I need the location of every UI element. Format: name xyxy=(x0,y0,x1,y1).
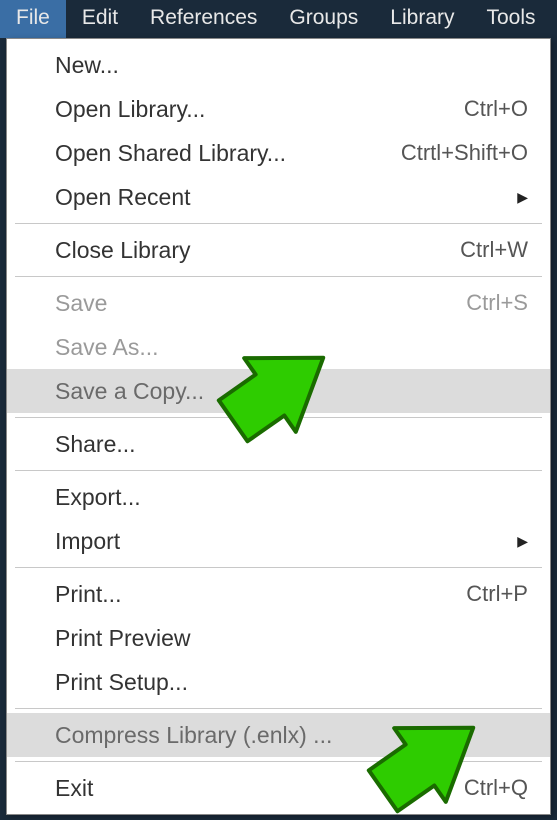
menu-item-label: Close Library xyxy=(55,237,460,264)
menu-item-import[interactable]: Import ▶ xyxy=(7,519,550,563)
menu-separator xyxy=(15,708,542,709)
menu-item-shortcut: Ctrl+S xyxy=(466,290,528,316)
menu-separator xyxy=(15,761,542,762)
menu-item-close-library[interactable]: Close Library Ctrl+W xyxy=(7,228,550,272)
menubar-item-library[interactable]: Library xyxy=(374,0,470,38)
chevron-right-icon: ▶ xyxy=(517,189,528,206)
menu-item-open-library[interactable]: Open Library... Ctrl+O xyxy=(7,87,550,131)
menu-item-label: Print Preview xyxy=(55,625,528,652)
menu-item-share[interactable]: Share... xyxy=(7,422,550,466)
menu-item-save-a-copy[interactable]: Save a Copy... xyxy=(7,369,550,413)
menu-item-export[interactable]: Export... xyxy=(7,475,550,519)
menu-item-label: Save xyxy=(55,290,466,317)
menu-item-label: Import xyxy=(55,528,517,555)
menu-item-shortcut: Ctrtl+Shift+O xyxy=(401,140,528,166)
menu-item-open-recent[interactable]: Open Recent ▶ xyxy=(7,175,550,219)
menu-item-shortcut: Ctrl+W xyxy=(460,237,528,263)
menu-item-compress-library[interactable]: Compress Library (.enlx) ... xyxy=(7,713,550,757)
menu-separator xyxy=(15,417,542,418)
menu-separator xyxy=(15,276,542,277)
file-dropdown-menu: New... Open Library... Ctrl+O Open Share… xyxy=(6,38,551,815)
menu-item-print[interactable]: Print... Ctrl+P xyxy=(7,572,550,616)
menu-item-shortcut: Ctrl+Q xyxy=(464,775,528,801)
menu-separator xyxy=(15,470,542,471)
menu-item-label: Export... xyxy=(55,484,528,511)
menu-item-label: Compress Library (.enlx) ... xyxy=(55,722,528,749)
menu-item-label: Share... xyxy=(55,431,528,458)
menubar: File Edit References Groups Library Tool… xyxy=(0,0,557,38)
menu-item-label: Open Recent xyxy=(55,184,517,211)
menubar-item-file[interactable]: File xyxy=(0,0,66,38)
menu-item-label: Print Setup... xyxy=(55,669,528,696)
chevron-right-icon: ▶ xyxy=(517,533,528,550)
menubar-item-groups[interactable]: Groups xyxy=(273,0,374,38)
menu-item-exit[interactable]: Exit Ctrl+Q xyxy=(7,766,550,810)
menubar-item-edit[interactable]: Edit xyxy=(66,0,134,38)
menubar-item-references[interactable]: References xyxy=(134,0,273,38)
menu-item-label: Print... xyxy=(55,581,466,608)
menu-item-save-as: Save As... xyxy=(7,325,550,369)
menu-item-label: New... xyxy=(55,52,528,79)
menu-item-label: Exit xyxy=(55,775,464,802)
menu-item-label: Save a Copy... xyxy=(55,378,528,405)
menu-separator xyxy=(15,567,542,568)
menu-item-new[interactable]: New... xyxy=(7,43,550,87)
menu-item-label: Open Library... xyxy=(55,96,464,123)
menu-item-open-shared-library[interactable]: Open Shared Library... Ctrtl+Shift+O xyxy=(7,131,550,175)
menu-item-label: Save As... xyxy=(55,334,528,361)
menu-separator xyxy=(15,223,542,224)
menubar-item-tools[interactable]: Tools xyxy=(471,0,552,38)
menu-item-save: Save Ctrl+S xyxy=(7,281,550,325)
menu-item-print-setup[interactable]: Print Setup... xyxy=(7,660,550,704)
menu-item-label: Open Shared Library... xyxy=(55,140,401,167)
menu-item-print-preview[interactable]: Print Preview xyxy=(7,616,550,660)
menu-item-shortcut: Ctrl+P xyxy=(466,581,528,607)
menu-item-shortcut: Ctrl+O xyxy=(464,96,528,122)
